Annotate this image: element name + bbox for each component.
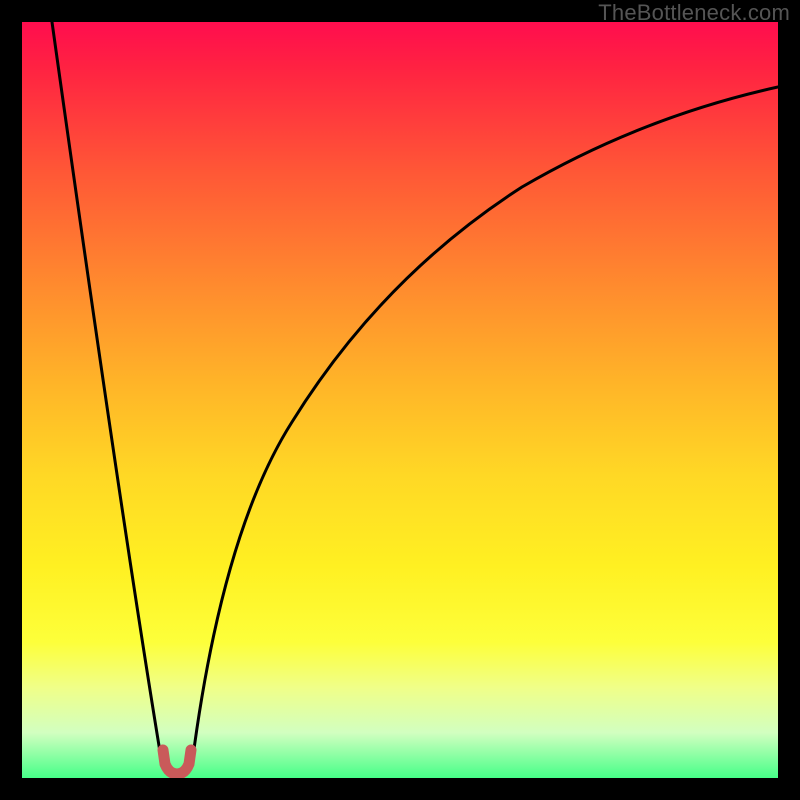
notch-marker (163, 750, 191, 774)
chart-svg (22, 22, 778, 778)
plot-area (22, 22, 778, 778)
curve-right-path (192, 87, 778, 764)
curve-left-path (52, 22, 162, 764)
outer-frame: TheBottleneck.com (0, 0, 800, 800)
